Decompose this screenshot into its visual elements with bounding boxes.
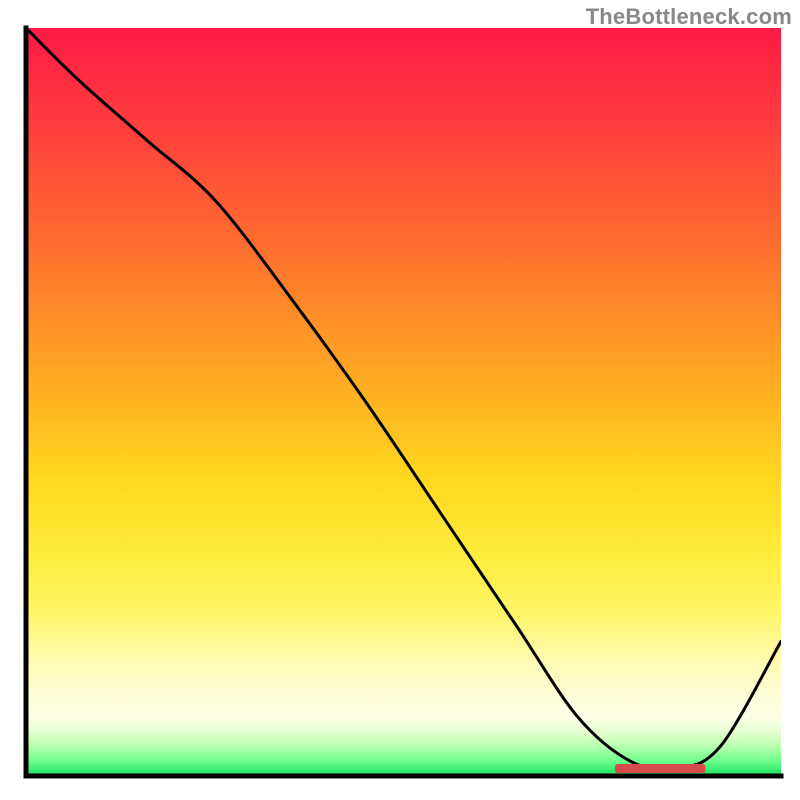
- chart-container: TheBottleneck.com: [0, 0, 800, 800]
- plot-area: [26, 28, 781, 776]
- watermark-text: TheBottleneck.com: [586, 4, 792, 30]
